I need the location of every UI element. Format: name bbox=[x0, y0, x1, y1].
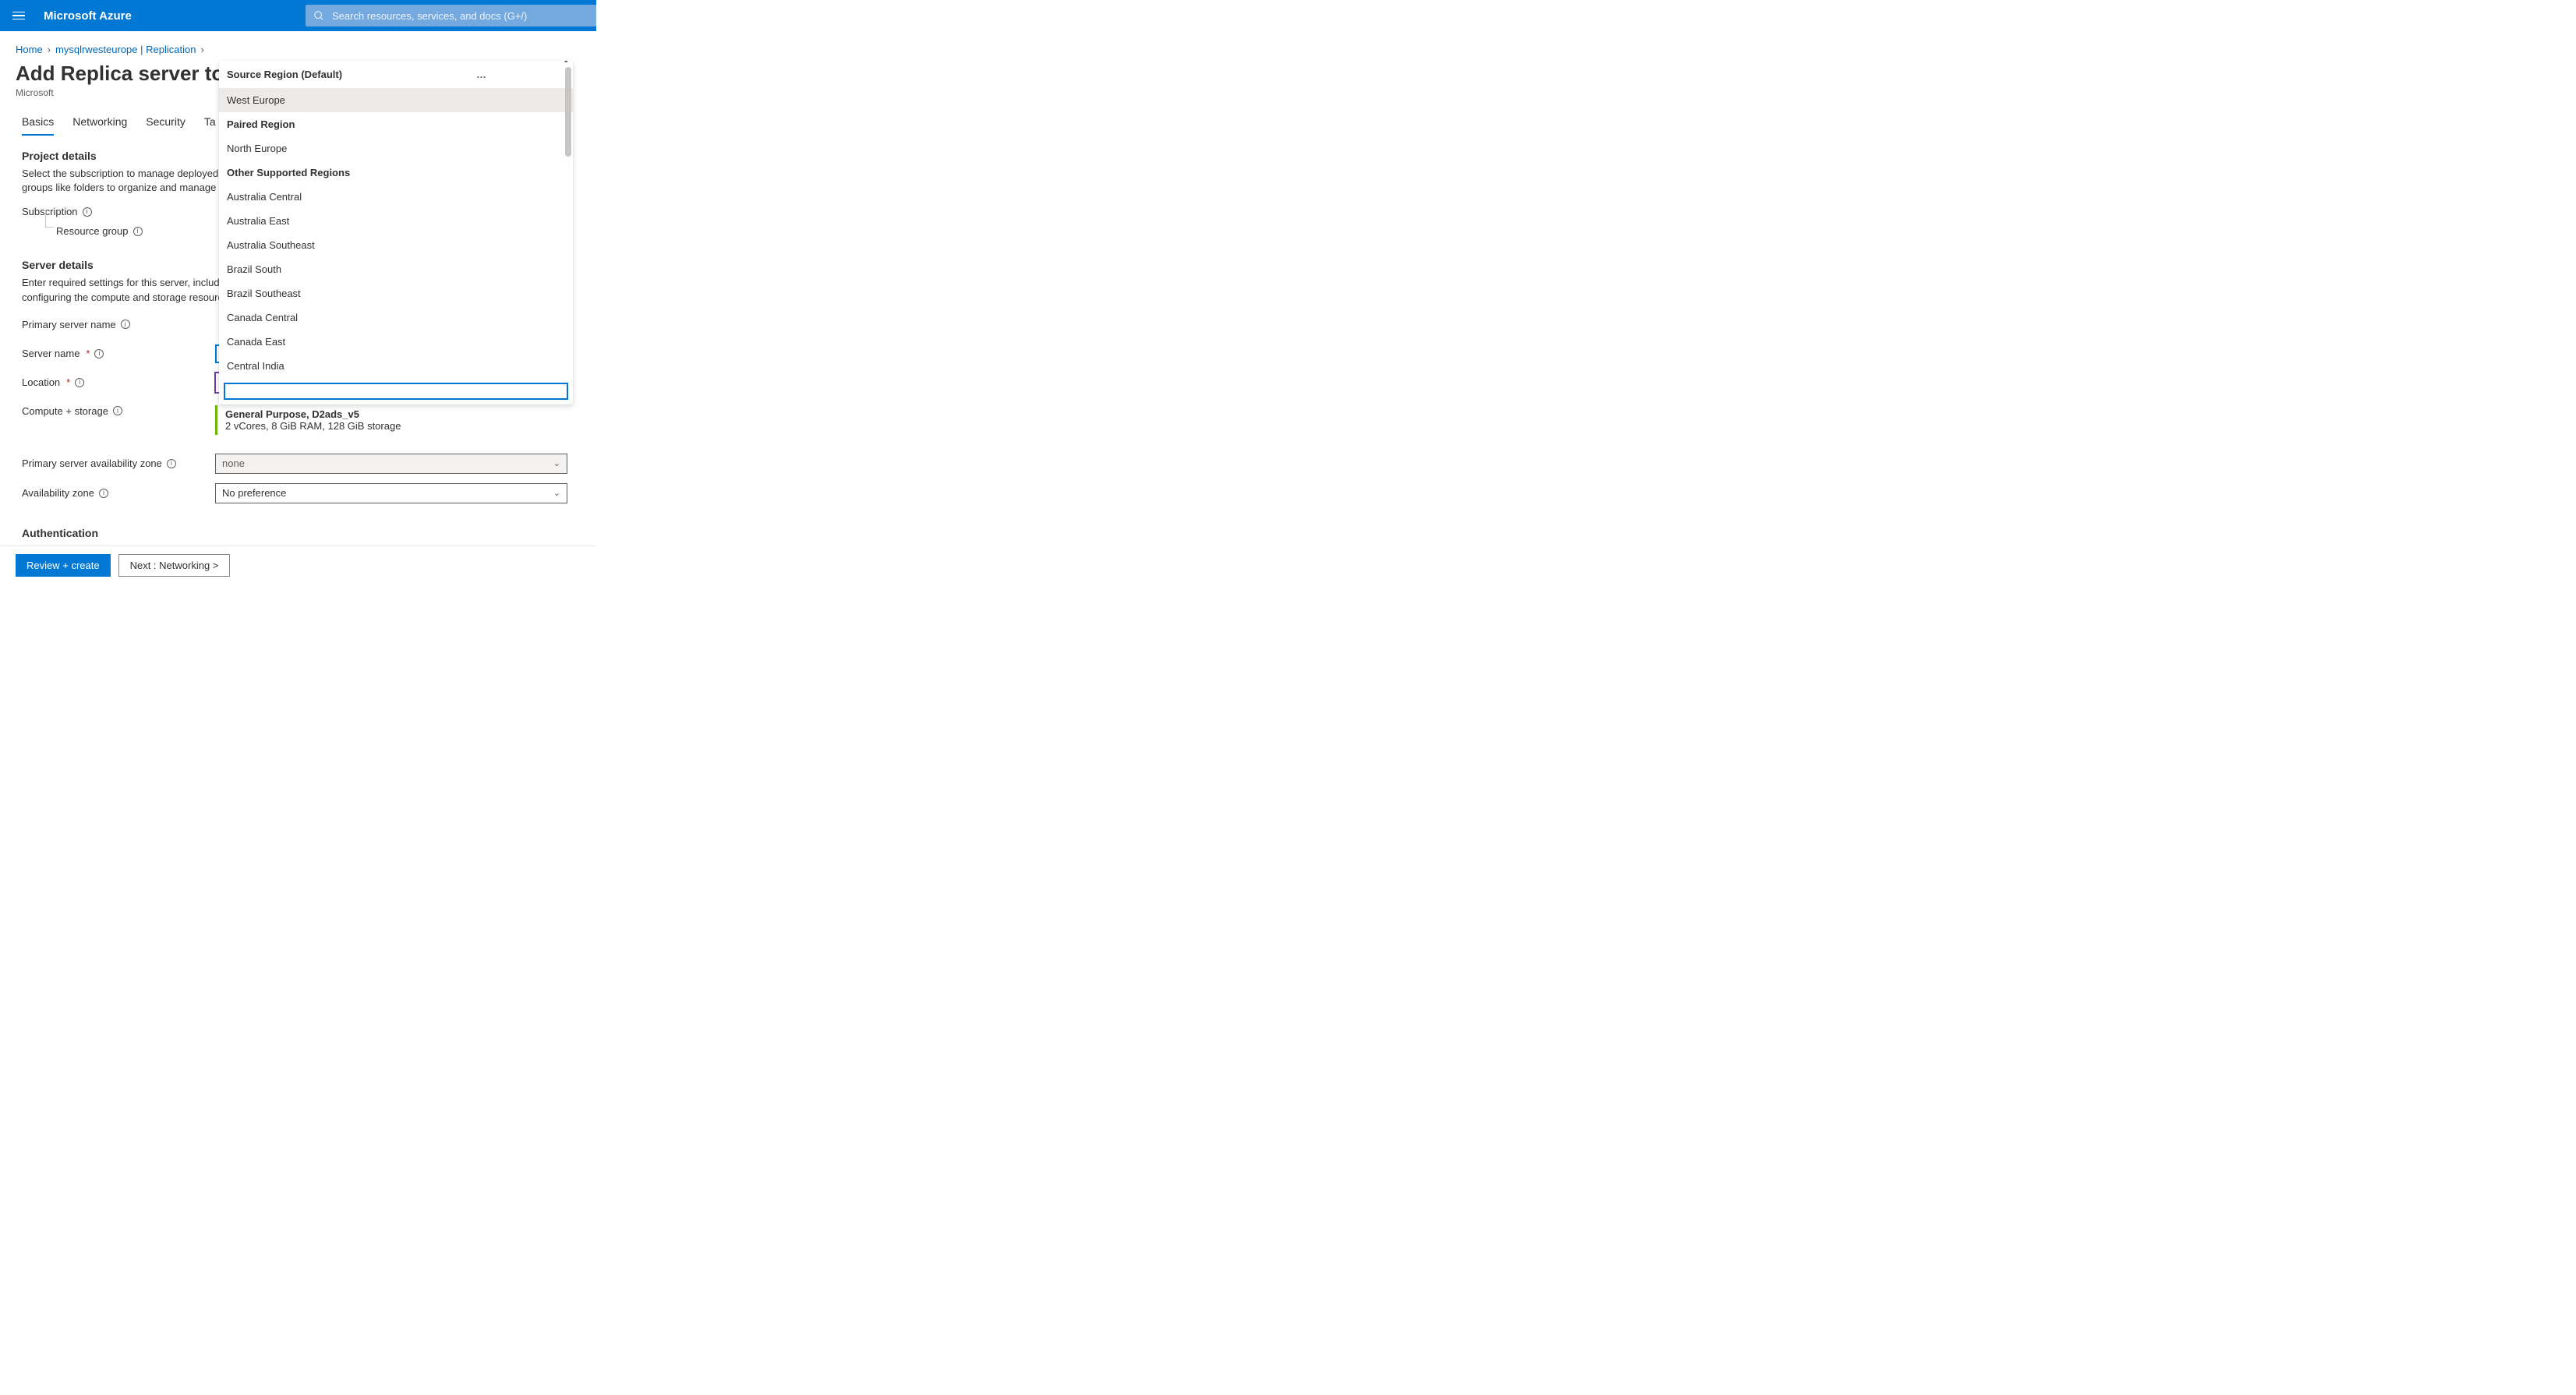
tab-networking[interactable]: Networking bbox=[72, 115, 127, 136]
tab-basics[interactable]: Basics bbox=[22, 115, 54, 136]
dropdown-item[interactable]: Australia Southeast bbox=[219, 233, 573, 257]
label-compute-storage: Compute + storage i bbox=[22, 405, 215, 417]
tab-security[interactable]: Security bbox=[146, 115, 186, 136]
location-dropdown-panel: Source Region (Default) … West Europe Pa… bbox=[219, 61, 573, 404]
dropdown-item-west-europe[interactable]: West Europe bbox=[219, 88, 573, 112]
label-resource-group: Resource group i bbox=[22, 225, 215, 237]
dropdown-item[interactable]: Canada Central bbox=[219, 305, 573, 330]
dropdown-scrollbar[interactable]: ▴ ▾ bbox=[565, 64, 571, 378]
brand-label: Microsoft Azure bbox=[37, 9, 132, 23]
dropdown-search bbox=[219, 378, 573, 404]
dropdown-group-source-region: Source Region (Default) … bbox=[219, 61, 573, 88]
dropdown-item[interactable]: Central India bbox=[219, 354, 573, 378]
info-icon[interactable]: i bbox=[99, 489, 108, 498]
label-availability-zone: Availability zone i bbox=[22, 487, 215, 499]
dropdown-item[interactable]: Brazil South bbox=[219, 257, 573, 281]
hamburger-menu-button[interactable] bbox=[0, 0, 37, 31]
chevron-down-icon: ⌄ bbox=[553, 488, 560, 498]
dropdown-group-other-regions: Other Supported Regions bbox=[219, 161, 573, 185]
info-icon[interactable]: i bbox=[75, 378, 84, 387]
label-primary-availability-zone: Primary server availability zone i bbox=[22, 457, 215, 469]
scroll-up-icon[interactable]: ▴ bbox=[564, 61, 568, 65]
global-search-input[interactable]: Search resources, services, and docs (G+… bbox=[306, 5, 596, 26]
availability-zone-select[interactable]: No preference ⌄ bbox=[215, 483, 567, 503]
chevron-down-icon: ⌄ bbox=[553, 458, 560, 468]
info-icon[interactable]: i bbox=[113, 406, 122, 415]
breadcrumb: Home › mysqlrwesteurope | Replication › bbox=[0, 31, 596, 62]
compute-storage-summary: General Purpose, D2ads_v5 2 vCores, 8 Gi… bbox=[215, 405, 567, 435]
top-bar: Microsoft Azure Search resources, servic… bbox=[0, 0, 596, 31]
dropdown-item[interactable]: Australia East bbox=[219, 209, 573, 233]
dropdown-item-north-europe[interactable]: North Europe bbox=[219, 136, 573, 161]
footer: Review + create Next : Networking > bbox=[0, 546, 596, 584]
info-icon[interactable]: i bbox=[133, 227, 143, 236]
next-networking-button[interactable]: Next : Networking > bbox=[118, 554, 231, 577]
ellipsis-icon[interactable]: … bbox=[476, 69, 487, 80]
breadcrumb-resource[interactable]: mysqlrwesteurope | Replication bbox=[55, 44, 196, 55]
dropdown-search-input[interactable] bbox=[224, 383, 568, 400]
chevron-right-icon: › bbox=[200, 44, 203, 55]
info-icon[interactable]: i bbox=[83, 207, 92, 217]
dropdown-item[interactable]: Canada East bbox=[219, 330, 573, 354]
tab-tags[interactable]: Ta bbox=[204, 115, 216, 136]
label-location: Location* i bbox=[22, 376, 215, 388]
label-server-name: Server name* i bbox=[22, 348, 215, 359]
dropdown-group-paired-region: Paired Region bbox=[219, 112, 573, 136]
breadcrumb-home[interactable]: Home bbox=[16, 44, 43, 55]
info-icon[interactable]: i bbox=[94, 349, 104, 358]
info-icon[interactable]: i bbox=[121, 320, 130, 329]
search-icon bbox=[313, 10, 324, 21]
section-authentication-title: Authentication bbox=[22, 527, 574, 539]
chevron-right-icon: › bbox=[48, 44, 51, 55]
search-placeholder: Search resources, services, and docs (G+… bbox=[332, 10, 527, 22]
dropdown-item[interactable]: Australia Central bbox=[219, 185, 573, 209]
dropdown-item[interactable]: Brazil Southeast bbox=[219, 281, 573, 305]
label-primary-server-name: Primary server name i bbox=[22, 319, 215, 330]
review-create-button[interactable]: Review + create bbox=[16, 554, 111, 577]
info-icon[interactable]: i bbox=[167, 459, 176, 468]
primary-availability-zone-select: none ⌄ bbox=[215, 454, 567, 474]
